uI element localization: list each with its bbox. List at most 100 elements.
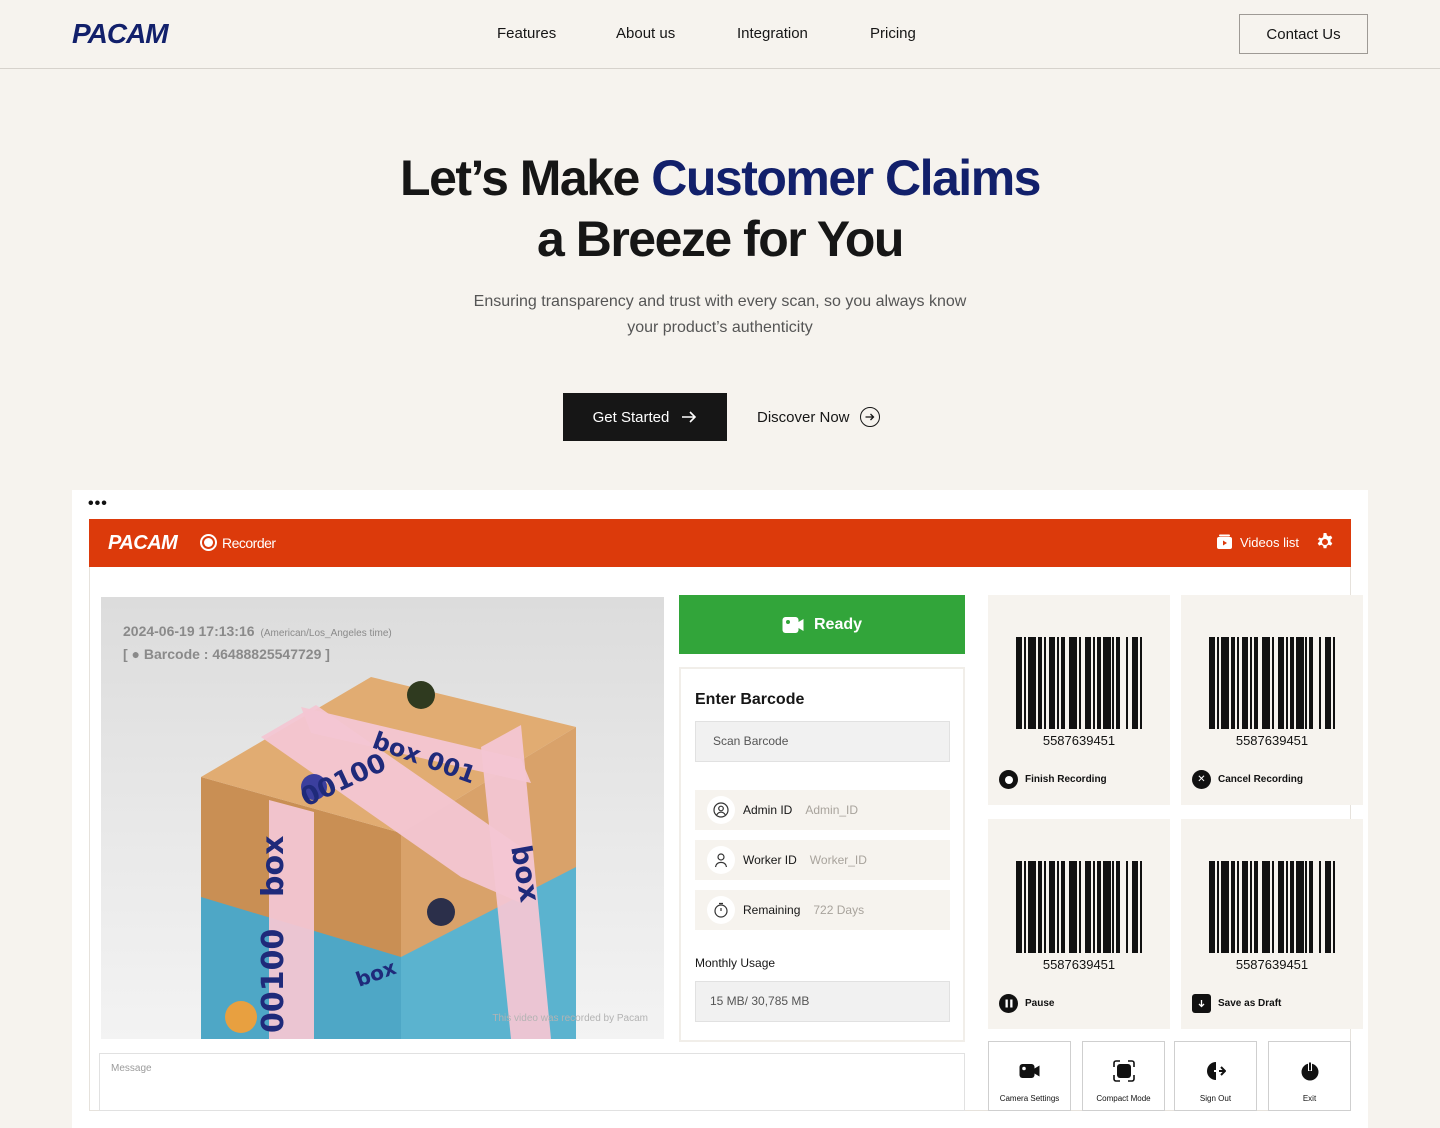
finish-recording-action[interactable]: Finish Recording <box>999 770 1107 789</box>
app-preview-frame: ••• PACAM Recorder Videos list box 00100… <box>72 490 1368 1128</box>
cancel-recording-label: Cancel Recording <box>1218 774 1304 785</box>
barcode-bar <box>1140 637 1142 729</box>
app-logo: PACAM <box>108 532 178 554</box>
hero-subtitle: Ensuring transparency and trust with eve… <box>473 293 967 336</box>
barcode-graphic <box>1209 861 1335 953</box>
barcode-bar <box>1069 861 1078 953</box>
barcode-bar <box>1262 861 1271 953</box>
admin-id-row: Admin ID Admin_ID <box>695 790 950 830</box>
record-icon <box>200 534 217 551</box>
svg-text:box: box <box>256 836 291 897</box>
remaining-value: 722 Days <box>813 903 865 917</box>
camera-barcode-overlay: [ ● Barcode : 46488825547729 ] <box>123 646 330 662</box>
barcode-card-finish[interactable]: 5587639451 Finish Recording <box>988 595 1170 805</box>
discover-now-label: Discover Now <box>757 408 850 426</box>
package-box-image: box 00100 box box 00100 box 001 <box>201 677 576 1039</box>
barcode-bar <box>1069 637 1078 729</box>
videos-list-button[interactable]: Videos list <box>1216 534 1299 550</box>
camera-settings-button[interactable]: Camera Settings <box>988 1041 1071 1111</box>
barcode-bar <box>1027 637 1036 729</box>
circle-arrow-icon <box>859 407 880 427</box>
barcode-bar <box>1102 637 1111 729</box>
pause-action[interactable]: Pause <box>999 994 1054 1013</box>
message-input[interactable]: Message <box>99 1053 965 1111</box>
ready-status: Ready <box>679 595 965 654</box>
barcode-card-draft[interactable]: 5587639451 Save as Draft <box>1181 819 1363 1029</box>
barcode-graphic <box>1016 637 1142 729</box>
barcode-number: 5587639451 <box>1235 957 1309 972</box>
compact-icon <box>1112 1060 1135 1082</box>
pause-icon <box>999 994 1018 1013</box>
save-draft-action[interactable]: Save as Draft <box>1192 994 1281 1013</box>
barcode-number: 5587639451 <box>1235 733 1309 748</box>
barcode-number: 5587639451 <box>1042 957 1116 972</box>
site-logo[interactable]: PACAM <box>72 18 169 50</box>
user-badge-icon <box>707 796 735 824</box>
remaining-row: Remaining 722 Days <box>695 890 950 930</box>
nav-links: Features About us Integration Pricing <box>497 25 930 42</box>
sign-out-button[interactable]: Sign Out <box>1174 1041 1257 1111</box>
barcode-bar <box>1102 861 1111 953</box>
save-draft-icon <box>1192 994 1211 1013</box>
get-started-button[interactable]: Get Started <box>563 393 727 441</box>
message-placeholder: Message <box>111 1063 152 1074</box>
barcode-bar <box>1220 637 1229 729</box>
videos-list-label: Videos list <box>1239 534 1299 550</box>
barcode-bar <box>1140 861 1142 953</box>
barcode-card-pause[interactable]: 5587639451 Pause <box>988 819 1170 1029</box>
nav-link-pricing[interactable]: Pricing <box>870 25 930 42</box>
nav-link-features[interactable]: Features <box>497 25 616 42</box>
worker-id-value: Worker_ID <box>809 853 867 867</box>
barcode-panel: Enter Barcode Scan Barcode Admin ID Admi… <box>679 667 965 1042</box>
barcode-bar <box>1333 637 1335 729</box>
power-icon <box>1299 1060 1321 1082</box>
barcode-graphic <box>1016 861 1142 953</box>
discover-now-button[interactable]: Discover Now <box>757 405 880 429</box>
barcode-bar <box>1295 861 1304 953</box>
scan-barcode-input[interactable]: Scan Barcode <box>695 721 950 762</box>
record-stop-icon <box>999 770 1018 789</box>
camera-icon <box>1019 1060 1041 1082</box>
nav-link-about[interactable]: About us <box>616 25 737 42</box>
camera-timezone: (American/Los_Angeles time) <box>260 628 392 639</box>
cancel-recording-action[interactable]: ✕ Cancel Recording <box>1192 770 1303 789</box>
monthly-usage-value: 15 MB/ 30,785 MB <box>695 981 950 1022</box>
recorder-label: Recorder <box>222 534 276 551</box>
hero-title-part1: Let’s Make <box>400 150 652 206</box>
finish-recording-label: Finish Recording <box>1025 774 1107 785</box>
hero-title: Let’s Make Customer Claims a Breeze for … <box>0 148 1440 270</box>
barcode-number: 5587639451 <box>1042 733 1116 748</box>
barcode-card-cancel[interactable]: 5587639451 ✕ Cancel Recording <box>1181 595 1363 805</box>
hero-title-accent: Customer Claims <box>651 150 1041 206</box>
timer-icon <box>707 896 735 924</box>
barcode-bar <box>1295 637 1304 729</box>
recorder-tab[interactable]: Recorder <box>200 534 276 551</box>
barcode-graphic <box>1209 637 1335 729</box>
top-nav: PACAM Features About us Integration Pric… <box>0 0 1440 69</box>
video-folder-icon <box>1216 534 1232 549</box>
sign-out-label: Sign Out <box>1199 1094 1232 1103</box>
compact-mode-button[interactable]: Compact Mode <box>1082 1041 1165 1111</box>
contact-button[interactable]: Contact Us <box>1239 14 1368 54</box>
sign-out-icon <box>1205 1060 1227 1082</box>
svg-text:00100: 00100 <box>256 929 291 1033</box>
get-started-label: Get Started <box>592 408 670 426</box>
camera-timestamp: 2024-06-19 17:13:16 (American/Los_Angeles… <box>123 623 392 639</box>
nav-link-integration[interactable]: Integration <box>737 25 870 42</box>
save-draft-label: Save as Draft <box>1218 998 1282 1009</box>
hero-title-line2: a Breeze for You <box>537 211 904 267</box>
pause-label: Pause <box>1025 998 1055 1009</box>
remaining-label: Remaining <box>743 903 801 917</box>
window-dots-icon: ••• <box>88 495 108 512</box>
worker-id-row: Worker ID Worker_ID <box>695 840 950 880</box>
barcode-bar <box>1027 861 1036 953</box>
monthly-usage-label: Monthly Usage <box>695 956 776 970</box>
ready-label: Ready <box>813 615 863 633</box>
worker-id-label: Worker ID <box>743 853 797 867</box>
close-icon: ✕ <box>1192 770 1211 789</box>
camera-timestamp-value: 2024-06-19 17:13:16 <box>123 623 255 639</box>
enter-barcode-title: Enter Barcode <box>695 691 805 708</box>
gear-icon[interactable] <box>1315 532 1335 552</box>
exit-button[interactable]: Exit <box>1268 1041 1351 1111</box>
admin-id-value: Admin_ID <box>805 803 859 817</box>
